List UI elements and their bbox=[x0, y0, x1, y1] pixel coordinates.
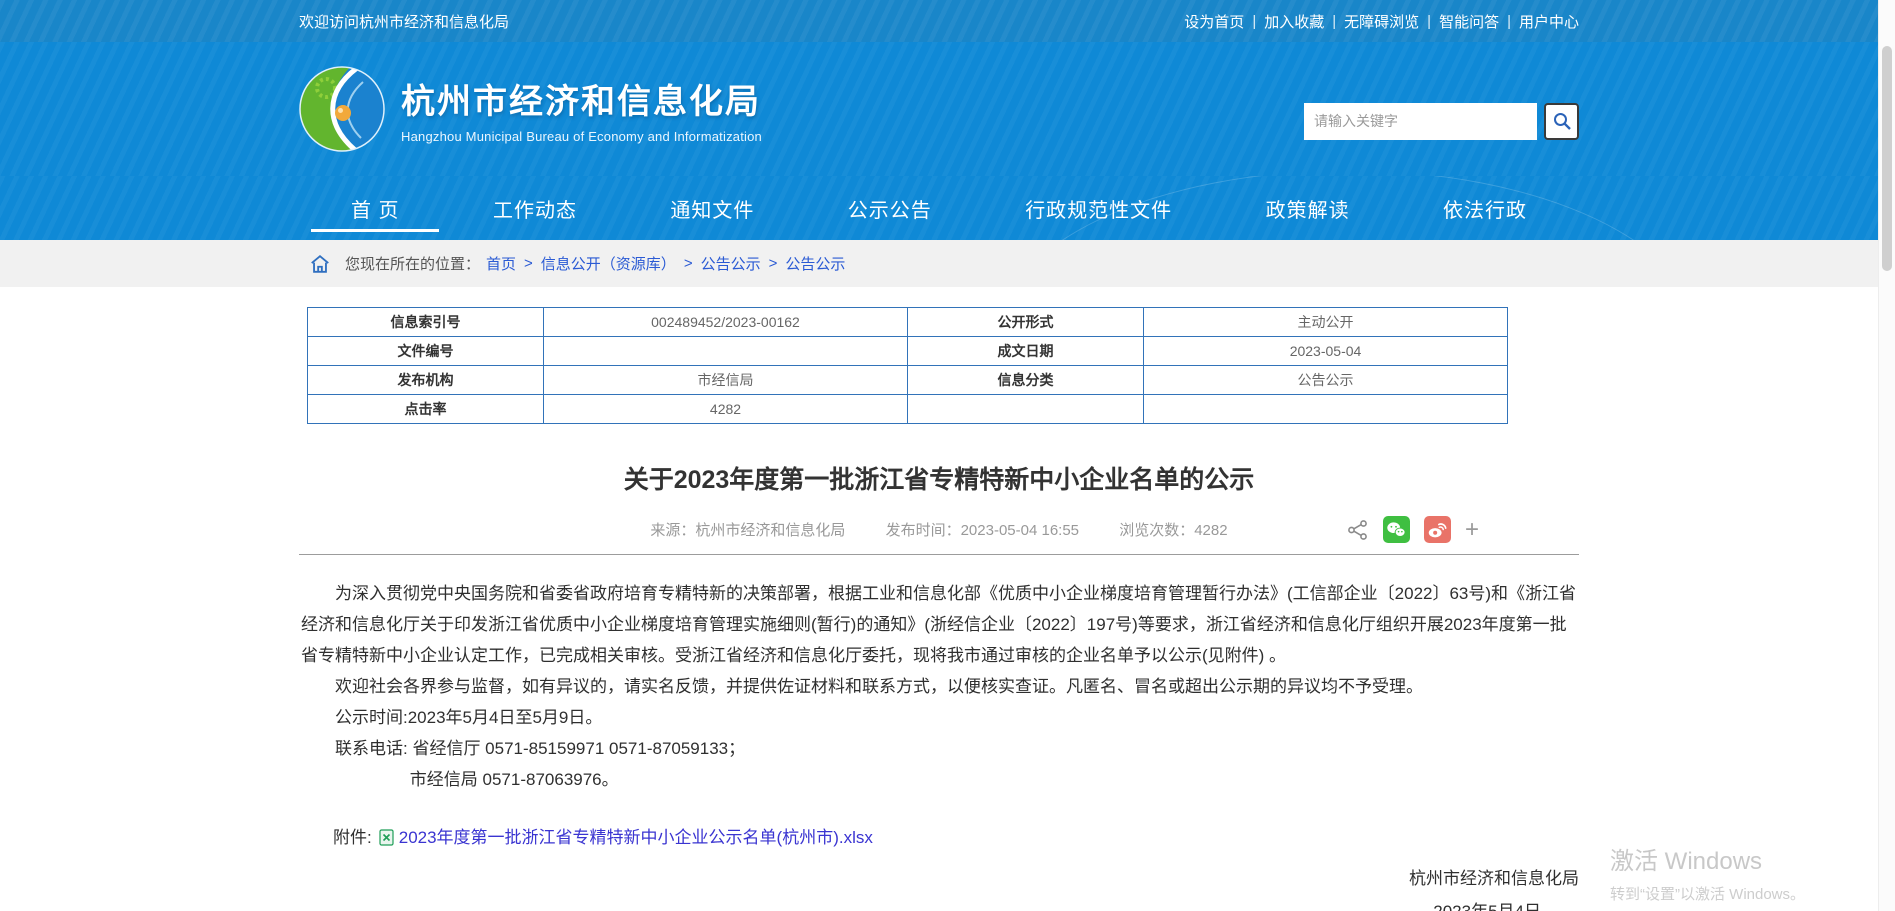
share-nodes-icon bbox=[1347, 519, 1369, 541]
search-box bbox=[1304, 103, 1579, 140]
signature-organization: 杭州市经济和信息化局 bbox=[299, 862, 1579, 895]
meta-value-document-number bbox=[544, 337, 908, 366]
wechat-icon bbox=[1385, 519, 1407, 541]
article-source: 来源：杭州市经济和信息化局 bbox=[650, 522, 845, 539]
site-logo-icon bbox=[299, 66, 385, 152]
meta-value-info-category: 公告公示 bbox=[1144, 366, 1508, 395]
breadcrumb-link-home[interactable]: 首页 bbox=[486, 253, 516, 274]
paragraph: 联系电话: 省经信厅 0571-85159971 0571-87059133； bbox=[301, 733, 1577, 764]
share-button[interactable] bbox=[1347, 519, 1369, 541]
scrollbar-thumb[interactable] bbox=[1882, 46, 1892, 271]
search-input[interactable] bbox=[1304, 103, 1537, 140]
meta-table: 信息索引号 002489452/2023-00162 公开形式 主动公开 文件编… bbox=[307, 307, 1508, 424]
vertical-scrollbar[interactable] bbox=[1878, 0, 1895, 911]
table-row: 信息索引号 002489452/2023-00162 公开形式 主动公开 bbox=[308, 308, 1508, 337]
share-toolbar: + bbox=[1347, 516, 1479, 543]
nav-item-work-news[interactable]: 工作动态 bbox=[493, 176, 577, 240]
meta-label-issuing-agency: 发布机构 bbox=[308, 366, 544, 395]
user-center-link[interactable]: 用户中心 bbox=[1519, 11, 1579, 32]
page: 欢迎访问杭州市经济和信息化局 设为首页 | 加入收藏 | 无障碍浏览 | 智能问… bbox=[0, 0, 1895, 911]
breadcrumb-separator: > bbox=[684, 255, 693, 272]
table-row: 发布机构 市经信局 信息分类 公告公示 bbox=[308, 366, 1508, 395]
search-button[interactable] bbox=[1544, 103, 1579, 140]
meta-label-click-rate: 点击率 bbox=[308, 395, 544, 424]
paragraph: 为深入贯彻党中央国务院和省委省政府培育专精特新的决策部署，根据工业和信息化部《优… bbox=[301, 578, 1577, 671]
share-more-button[interactable]: + bbox=[1465, 520, 1479, 540]
nav-item-policy-interpretation[interactable]: 政策解读 bbox=[1266, 176, 1350, 240]
table-row: 点击率 4282 bbox=[308, 395, 1508, 424]
paragraph: 市经信局 0571-87063976。 bbox=[301, 764, 1577, 795]
breadcrumb-bar: 您现在所在的位置： 首页 > 信息公开（资源库） > 公告公示 > 公告公示 bbox=[0, 240, 1878, 287]
nav-item-home[interactable]: 首 页 bbox=[351, 176, 400, 240]
top-utility-links: 设为首页 | 加入收藏 | 无障碍浏览 | 智能问答 | 用户中心 bbox=[1184, 11, 1579, 32]
nav-item-administrative-normative-files[interactable]: 行政规范性文件 bbox=[1025, 176, 1172, 240]
link-separator: | bbox=[1507, 13, 1511, 30]
meta-value-issuing-agency: 市经信局 bbox=[544, 366, 908, 395]
nav-item-public-announcements[interactable]: 公示公告 bbox=[848, 176, 932, 240]
site-subtitle: Hangzhou Municipal Bureau of Economy and… bbox=[401, 129, 762, 144]
article-body: 为深入贯彻党中央国务院和省委省政府培育专精特新的决策部署，根据工业和信息化部《优… bbox=[299, 578, 1579, 795]
meta-label-document-number: 文件编号 bbox=[308, 337, 544, 366]
divider-line bbox=[299, 554, 1579, 555]
breadcrumb-separator: > bbox=[769, 255, 778, 272]
link-separator: | bbox=[1427, 13, 1431, 30]
meta-label-index-number: 信息索引号 bbox=[308, 308, 544, 337]
page-title: 关于2023年度第一批浙江省专精特新中小企业名单的公示 bbox=[299, 460, 1579, 496]
welcome-text: 欢迎访问杭州市经济和信息化局 bbox=[299, 11, 509, 32]
article-content: 信息索引号 002489452/2023-00162 公开形式 主动公开 文件编… bbox=[0, 287, 1878, 911]
table-row: 文件编号 成文日期 2023-05-04 bbox=[308, 337, 1508, 366]
meta-label-empty bbox=[908, 395, 1144, 424]
site-title-block: 杭州市经济和信息化局 Hangzhou Municipal Bureau of … bbox=[401, 74, 762, 144]
breadcrumb-label: 您现在所在的位置： bbox=[345, 253, 480, 274]
site-title: 杭州市经济和信息化局 bbox=[401, 74, 762, 123]
accessibility-link[interactable]: 无障碍浏览 bbox=[1344, 11, 1419, 32]
smart-qa-link[interactable]: 智能问答 bbox=[1439, 11, 1499, 32]
excel-file-icon bbox=[379, 829, 394, 846]
article-view-count: 浏览次数：4282 bbox=[1119, 522, 1227, 539]
meta-label-issue-date: 成文日期 bbox=[908, 337, 1144, 366]
home-icon[interactable] bbox=[309, 253, 331, 275]
top-utility-bar: 欢迎访问杭州市经济和信息化局 设为首页 | 加入收藏 | 无障碍浏览 | 智能问… bbox=[0, 0, 1878, 42]
link-separator: | bbox=[1332, 13, 1336, 30]
site-header: 杭州市经济和信息化局 Hangzhou Municipal Bureau of … bbox=[0, 42, 1878, 176]
share-wechat-button[interactable] bbox=[1383, 516, 1410, 543]
link-separator: | bbox=[1252, 13, 1256, 30]
meta-label-disclosure-form: 公开形式 bbox=[908, 308, 1144, 337]
meta-value-empty bbox=[1144, 395, 1508, 424]
breadcrumb-link-info-disclosure[interactable]: 信息公开（资源库） bbox=[541, 253, 676, 274]
meta-value-disclosure-form: 主动公开 bbox=[1144, 308, 1508, 337]
article-meta-row: 来源：杭州市经济和信息化局 发布时间：2023-05-04 16:55 浏览次数… bbox=[299, 516, 1579, 546]
page-main: 欢迎访问杭州市经济和信息化局 设为首页 | 加入收藏 | 无障碍浏览 | 智能问… bbox=[0, 0, 1878, 911]
meta-value-index-number: 002489452/2023-00162 bbox=[544, 308, 908, 337]
paragraph: 公示时间:2023年5月4日至5月9日。 bbox=[301, 702, 1577, 733]
signature-date: 2023年5月4日 bbox=[299, 895, 1579, 911]
meta-value-click-rate: 4282 bbox=[544, 395, 908, 424]
breadcrumb-separator: > bbox=[524, 255, 533, 272]
main-nav: 首 页 工作动态 通知文件 公示公告 行政规范性文件 政策解读 依法行政 bbox=[0, 176, 1878, 240]
set-homepage-link[interactable]: 设为首页 bbox=[1184, 11, 1244, 32]
attachment-label: 附件: bbox=[333, 828, 372, 847]
article-publish-time: 发布时间：2023-05-04 16:55 bbox=[886, 522, 1079, 539]
attachment-link[interactable]: 2023年度第一批浙江省专精特新中小企业公示名单(杭州市).xlsx bbox=[399, 828, 873, 847]
breadcrumb-link-announcements-2[interactable]: 公告公示 bbox=[785, 253, 845, 274]
weibo-icon bbox=[1426, 519, 1448, 541]
paragraph: 欢迎社会各界参与监督，如有异议的，请实名反馈，并提供佐证材料和联系方式，以便核实… bbox=[301, 671, 1577, 702]
attachment-row: 附件: 2023年度第一批浙江省专精特新中小企业公示名单(杭州市).xlsx bbox=[299, 823, 1579, 848]
add-favorite-link[interactable]: 加入收藏 bbox=[1264, 11, 1324, 32]
meta-value-issue-date: 2023-05-04 bbox=[1144, 337, 1508, 366]
signature-block: 杭州市经济和信息化局 2023年5月4日 bbox=[299, 862, 1579, 911]
breadcrumb-link-announcements[interactable]: 公告公示 bbox=[701, 253, 761, 274]
magnifier-icon bbox=[1552, 111, 1572, 131]
share-weibo-button[interactable] bbox=[1424, 516, 1451, 543]
meta-label-info-category: 信息分类 bbox=[908, 366, 1144, 395]
nav-item-notice-files[interactable]: 通知文件 bbox=[670, 176, 754, 240]
nav-item-law-based-administration[interactable]: 依法行政 bbox=[1443, 176, 1527, 240]
